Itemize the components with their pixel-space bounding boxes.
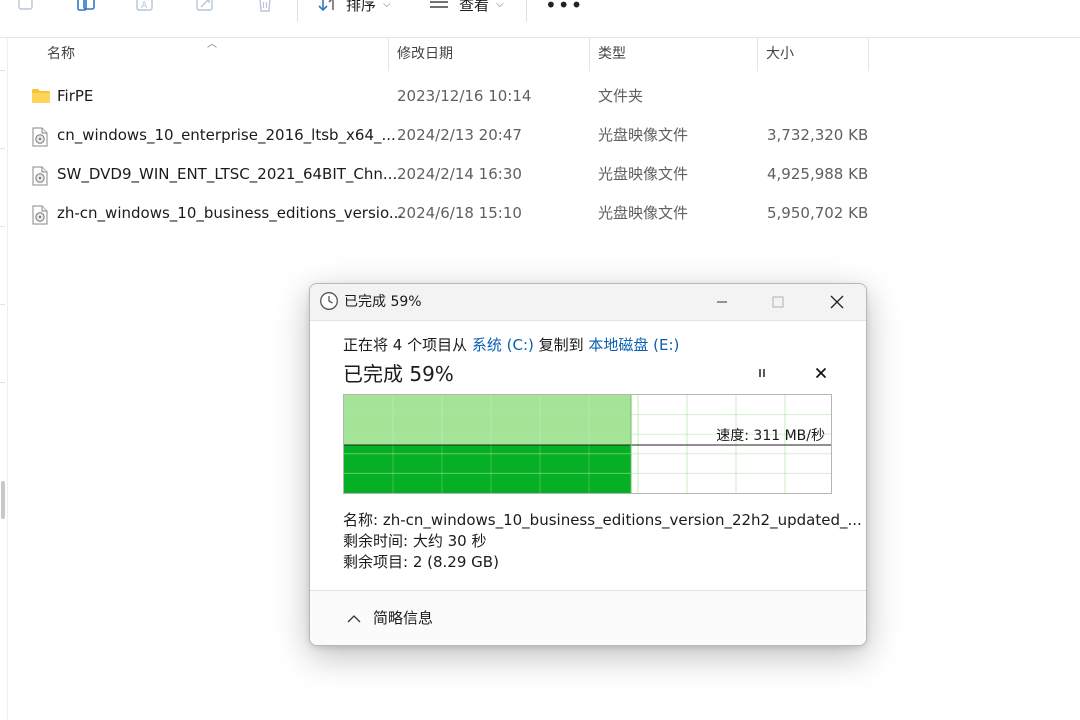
dialog-titlebar[interactable]: 已完成 59%	[310, 284, 866, 321]
copy-description: 正在将 4 个项目从 系统 (C:) 复制到 本地磁盘 (E:)	[343, 334, 679, 355]
copy-path-icon[interactable]	[75, 0, 97, 14]
close-icon	[830, 295, 844, 309]
copy-icon[interactable]	[16, 0, 38, 14]
cancel-button[interactable]	[811, 363, 831, 383]
file-date: 2023/12/16 10:14	[397, 87, 532, 105]
fewer-details-button[interactable]: 简略信息	[373, 591, 433, 645]
share-icon[interactable]	[195, 0, 217, 14]
minimize-button[interactable]	[699, 284, 745, 320]
column-header-date[interactable]: 修改日期	[397, 38, 453, 71]
progress-fill-speed	[344, 445, 631, 493]
file-type: 光盘映像文件	[598, 204, 689, 222]
nav-divider	[0, 70, 5, 71]
time-remaining: 剩余时间: 大约 30 秒	[343, 532, 487, 550]
cancel-icon	[815, 367, 827, 379]
column-header-name[interactable]: 名称	[47, 38, 75, 71]
more-options-button[interactable]: •••	[545, 0, 583, 15]
items-remaining: 剩余项目: 2 (8.29 GB)	[343, 553, 499, 571]
copy-prefix: 正在将 4 个项目从	[343, 336, 472, 354]
chevron-down-icon: ⌵	[383, 0, 391, 10]
scrollbar-thumb[interactable]	[1, 481, 5, 519]
file-date: 2024/2/13 20:47	[397, 126, 522, 144]
file-size: 4,925,988 KB	[767, 165, 869, 183]
disc-image-icon	[31, 166, 49, 190]
file-name: cn_windows_10_enterprise_2016_ltsb_x64_.…	[57, 126, 396, 144]
view-label: 查看	[459, 0, 490, 14]
sort-ascending-icon: ︿	[207, 39, 217, 50]
file-date: 2024/6/18 15:10	[397, 204, 522, 222]
view-button[interactable]: 查看 ⌵	[429, 0, 504, 16]
dialog-footer: 简略信息	[310, 590, 866, 645]
file-row[interactable]: FirPE 2023/12/16 10:14 文件夹	[0, 77, 1080, 116]
toolbar-divider	[297, 0, 298, 22]
chevron-down-icon: ⌵	[496, 0, 504, 10]
column-divider[interactable]	[388, 38, 389, 71]
file-type: 光盘映像文件	[598, 165, 689, 183]
dialog-title: 已完成 59%	[344, 294, 422, 310]
disc-image-icon	[31, 205, 49, 229]
column-header-size[interactable]: 大小	[766, 38, 794, 71]
copy-progress-dialog: 已完成 59% 正在将 4 个项目从 系统 (C:) 复制到 本地磁盘 (E:)…	[309, 283, 867, 646]
file-name: FirPE	[57, 87, 94, 105]
maximize-button[interactable]	[755, 284, 801, 320]
column-divider[interactable]	[868, 38, 869, 71]
file-row[interactable]: SW_DVD9_WIN_ENT_LTSC_2021_64BIT_Chn... 2…	[0, 155, 1080, 194]
nav-divider	[0, 382, 5, 383]
file-type: 文件夹	[598, 87, 644, 105]
column-divider[interactable]	[589, 38, 590, 71]
pause-icon	[759, 369, 765, 377]
view-icon	[429, 0, 451, 12]
chevron-up-icon[interactable]	[347, 609, 361, 628]
minimize-icon	[717, 301, 727, 303]
file-row[interactable]: cn_windows_10_enterprise_2016_ltsb_x64_.…	[0, 116, 1080, 155]
file-name: SW_DVD9_WIN_ENT_LTSC_2021_64BIT_Chn...	[57, 165, 398, 183]
copy-middle: 复制到	[533, 336, 589, 354]
nav-divider	[0, 304, 5, 305]
delete-icon[interactable]	[254, 0, 276, 14]
source-link[interactable]: 系统 (C:)	[472, 336, 534, 354]
svg-text:A: A	[141, 1, 148, 11]
current-file-name: 名称: zh-cn_windows_10_business_editions_v…	[343, 511, 862, 529]
sort-label: 排序	[346, 0, 377, 14]
command-bar: A 排序 ⌵ 查看 ⌵ •••	[0, 0, 1080, 38]
column-divider[interactable]	[757, 38, 758, 71]
pause-button[interactable]	[752, 363, 772, 383]
disc-image-icon	[31, 127, 49, 151]
file-type: 光盘映像文件	[598, 126, 689, 144]
column-header-type[interactable]: 类型	[598, 38, 626, 71]
close-button[interactable]	[814, 284, 860, 320]
rename-icon[interactable]: A	[134, 0, 156, 14]
clock-icon	[319, 291, 339, 315]
file-size: 5,950,702 KB	[767, 204, 869, 222]
transfer-speed-graph: 速度: 311 MB/秒	[343, 394, 832, 494]
maximize-icon	[772, 296, 784, 308]
file-row[interactable]: zh-cn_windows_10_business_editions_versi…	[0, 194, 1080, 233]
sort-icon	[318, 0, 340, 12]
file-date: 2024/2/14 16:30	[397, 165, 522, 183]
toolbar-divider	[526, 0, 527, 22]
file-size: 3,732,320 KB	[767, 126, 869, 144]
destination-link[interactable]: 本地磁盘 (E:)	[588, 336, 679, 354]
file-name: zh-cn_windows_10_business_editions_versi…	[57, 204, 404, 222]
speed-label: 速度: 311 MB/秒	[716, 428, 825, 444]
folder-icon	[31, 88, 51, 108]
sort-button[interactable]: 排序 ⌵	[318, 0, 391, 16]
progress-heading: 已完成 59%	[343, 362, 454, 386]
